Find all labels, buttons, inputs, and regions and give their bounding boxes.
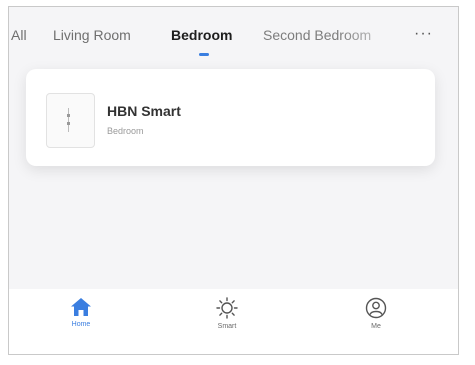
smart-plug-icon — [46, 93, 95, 148]
plug-graphic — [67, 108, 73, 132]
sun-icon — [216, 297, 238, 319]
nav-home[interactable]: Home — [51, 297, 111, 328]
device-room: Bedroom — [107, 126, 144, 136]
room-tabs: All Living Room Bedroom Second Bedroom ·… — [9, 7, 458, 65]
device-name: HBN Smart — [107, 103, 181, 119]
device-card[interactable]: HBN Smart Bedroom — [26, 69, 435, 166]
more-options-icon[interactable]: ··· — [414, 25, 433, 43]
nav-me-label: Me — [371, 323, 381, 330]
nav-home-label: Home — [71, 321, 91, 328]
tab-bedroom[interactable]: Bedroom — [171, 27, 232, 43]
app-screen: All Living Room Bedroom Second Bedroom ·… — [8, 6, 459, 355]
nav-smart[interactable]: Smart — [197, 297, 257, 330]
user-icon — [365, 297, 387, 319]
tab-overflow-fade — [339, 21, 409, 49]
nav-smart-label: Smart — [217, 323, 237, 330]
tab-living-room[interactable]: Living Room — [53, 27, 131, 43]
home-icon — [71, 298, 91, 316]
nav-me[interactable]: Me — [346, 297, 406, 330]
bottom-navigation: Home Smart Me — [9, 289, 458, 354]
tab-all[interactable]: All — [11, 27, 27, 43]
active-tab-indicator — [199, 53, 209, 56]
